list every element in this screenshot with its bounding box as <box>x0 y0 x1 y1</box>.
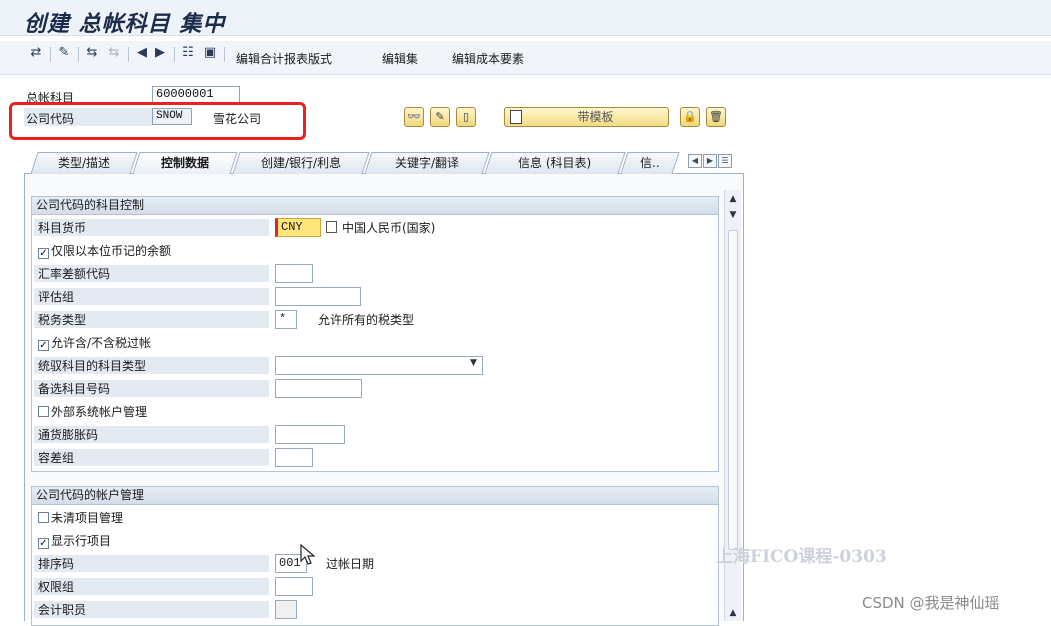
with-template-button[interactable]: 带模板 <box>504 107 669 127</box>
inflation-key-field[interactable] <box>275 425 345 444</box>
tab-label: 信.. <box>640 156 660 170</box>
scrollbar-thumb[interactable] <box>728 230 738 550</box>
tax-category-label: 税务类型 <box>34 311 269 329</box>
open-item-mgmt-checkbox[interactable]: 未清项目管理 <box>34 509 123 527</box>
where-used-icon[interactable]: ☷ <box>180 45 196 61</box>
alt-account-field[interactable] <box>275 379 362 398</box>
recon-account-label: 统驭科目的科目类型 <box>34 357 269 375</box>
tab-label: 类型/描述 <box>57 156 111 170</box>
toolbar-separator <box>174 47 175 62</box>
tax-category-description: 允许所有的税类型 <box>318 313 415 327</box>
valuation-group-label: 评估组 <box>34 288 269 306</box>
scroll-bottom-icon[interactable]: ▲ <box>725 606 741 620</box>
inflation-key-label: 通货膨胀码 <box>34 426 269 444</box>
tab-create-bank-interest[interactable]: 创建/银行/利息 <box>232 152 370 174</box>
tab-information-more[interactable]: 信.. <box>620 152 680 174</box>
checkbox-icon[interactable] <box>38 512 49 523</box>
mouse-cursor-icon <box>300 544 316 565</box>
toolbar-separator <box>128 47 129 62</box>
prev-icon[interactable]: ◀ <box>134 45 150 61</box>
course-watermark: 上海FICO课程-0303 <box>716 547 887 567</box>
group-title: 公司代码的科目控制 <box>32 197 718 215</box>
account-control-group: 公司代码的科目控制 科目货币 CNY 中国人民币(国家) ✓ 仅限以本位币记的余额… <box>31 196 719 472</box>
switch-icon[interactable]: ⇄ <box>28 45 44 61</box>
checkbox-checked-icon[interactable]: ✓ <box>38 248 49 259</box>
tab-scroll-left-icon[interactable]: ◀ <box>688 154 702 168</box>
scroll-down-icon[interactable]: ▼ <box>725 208 741 222</box>
checkbox-label: 未清项目管理 <box>51 511 124 525</box>
tab-information-coa[interactable]: 信息 (科目表) <box>484 152 626 174</box>
tolerance-group-field[interactable] <box>275 448 313 467</box>
edit-fs-version-button[interactable]: 编辑合计报表版式 <box>236 50 332 67</box>
tab-label: 控制数据 <box>160 156 209 170</box>
tab-list-icon[interactable]: ☰ <box>718 154 732 168</box>
disabled-icon: ⇆ <box>108 45 120 60</box>
exchange-diff-label: 汇率差额代码 <box>34 265 269 283</box>
toolbar-separator <box>78 47 79 62</box>
valuation-group-field[interactable] <box>275 287 361 306</box>
checkbox-label: 允许含/不含税过帐 <box>51 336 152 350</box>
other-icon[interactable]: ⇆ <box>84 45 100 61</box>
toolbar-separator <box>50 47 51 62</box>
edit-cost-element-button[interactable]: 编辑成本要素 <box>452 50 524 67</box>
scroll-up-icon[interactable]: ▲ <box>725 192 741 206</box>
tab-strip: 类型/描述 控制数据 创建/银行/利息 关键字/翻译 信息 (科目表) 信.. … <box>24 152 744 174</box>
chevron-down-icon[interactable]: ▼ <box>470 358 477 368</box>
tab-label: 关键字/翻译 <box>394 156 460 170</box>
auth-group-label: 权限组 <box>34 578 269 596</box>
group-title: 公司代码的帐户管理 <box>32 487 718 505</box>
new-doc-icon[interactable]: ▯ <box>456 107 476 127</box>
checkbox-label: 仅限以本位币记的余额 <box>51 244 172 258</box>
exchange-diff-field[interactable] <box>275 264 313 283</box>
external-mgmt-checkbox[interactable]: 外部系统帐户管理 <box>34 403 147 421</box>
checkbox-checked-icon[interactable]: ✓ <box>38 538 49 549</box>
account-currency-label: 科目货币 <box>34 219 269 237</box>
line-item-display-checkbox[interactable]: ✓ 显示行项目 <box>34 532 111 550</box>
checkbox-checked-icon[interactable]: ✓ <box>38 340 49 351</box>
tab-label: 信息 (科目表) <box>518 156 592 170</box>
auth-group-field[interactable] <box>275 577 313 596</box>
account-management-group: 公司代码的帐户管理 未清项目管理 ✓ 显示行项目 排序码 001 过帐日期 权限组… <box>31 486 719 626</box>
tab-type-description[interactable]: 类型/描述 <box>30 152 138 174</box>
highlight-box <box>9 102 306 140</box>
currency-description: 中国人民币(国家) <box>342 221 436 235</box>
checkbox-icon[interactable] <box>38 406 49 417</box>
checkbox-label: 外部系统帐户管理 <box>51 405 148 419</box>
toolbar-separator <box>224 47 225 62</box>
tab-scroll-right-icon[interactable]: ▶ <box>703 154 717 168</box>
posting-without-tax-checkbox[interactable]: ✓ 允许含/不含税过帐 <box>34 334 151 352</box>
tab-control-data[interactable]: 控制数据 <box>132 152 238 174</box>
tolerance-group-label: 容差组 <box>34 449 269 467</box>
sort-key-description: 过帐日期 <box>326 557 375 571</box>
local-currency-only-checkbox[interactable]: ✓ 仅限以本位币记的余额 <box>34 242 171 260</box>
pencil-icon[interactable]: ✎ <box>430 107 450 127</box>
checkbox-label: 显示行项目 <box>51 534 112 548</box>
next-icon[interactable]: ▶ <box>152 45 168 61</box>
accounting-clerk-field[interactable] <box>275 600 297 619</box>
gl-account-field[interactable]: 60000001 <box>152 86 240 103</box>
display-change-icon[interactable]: ✎ <box>56 45 72 61</box>
account-currency-field[interactable]: CNY <box>275 218 321 237</box>
alt-account-label: 备选科目号码 <box>34 380 269 398</box>
lock-icon[interactable]: 🔒 <box>680 107 700 127</box>
screen-title: 创建 总帐科目 集中 <box>24 12 226 37</box>
csdn-watermark: CSDN @我是神仙瑶 <box>862 594 1000 612</box>
trash-icon[interactable]: 🗑 <box>706 107 726 127</box>
search-help-icon[interactable] <box>326 221 337 233</box>
tab-label: 创建/银行/利息 <box>260 156 342 170</box>
tax-category-field[interactable]: * <box>275 310 297 329</box>
recon-account-dropdown[interactable] <box>275 356 483 375</box>
document-icon[interactable]: ▣ <box>202 45 218 61</box>
document-icon <box>510 110 522 124</box>
accounting-clerk-label: 会计职员 <box>34 601 269 619</box>
glasses-icon[interactable]: 👓 <box>404 107 424 127</box>
tab-keyword-translation[interactable]: 关键字/翻译 <box>364 152 490 174</box>
sort-key-label: 排序码 <box>34 555 269 573</box>
edit-set-button[interactable]: 编辑集 <box>382 50 418 67</box>
